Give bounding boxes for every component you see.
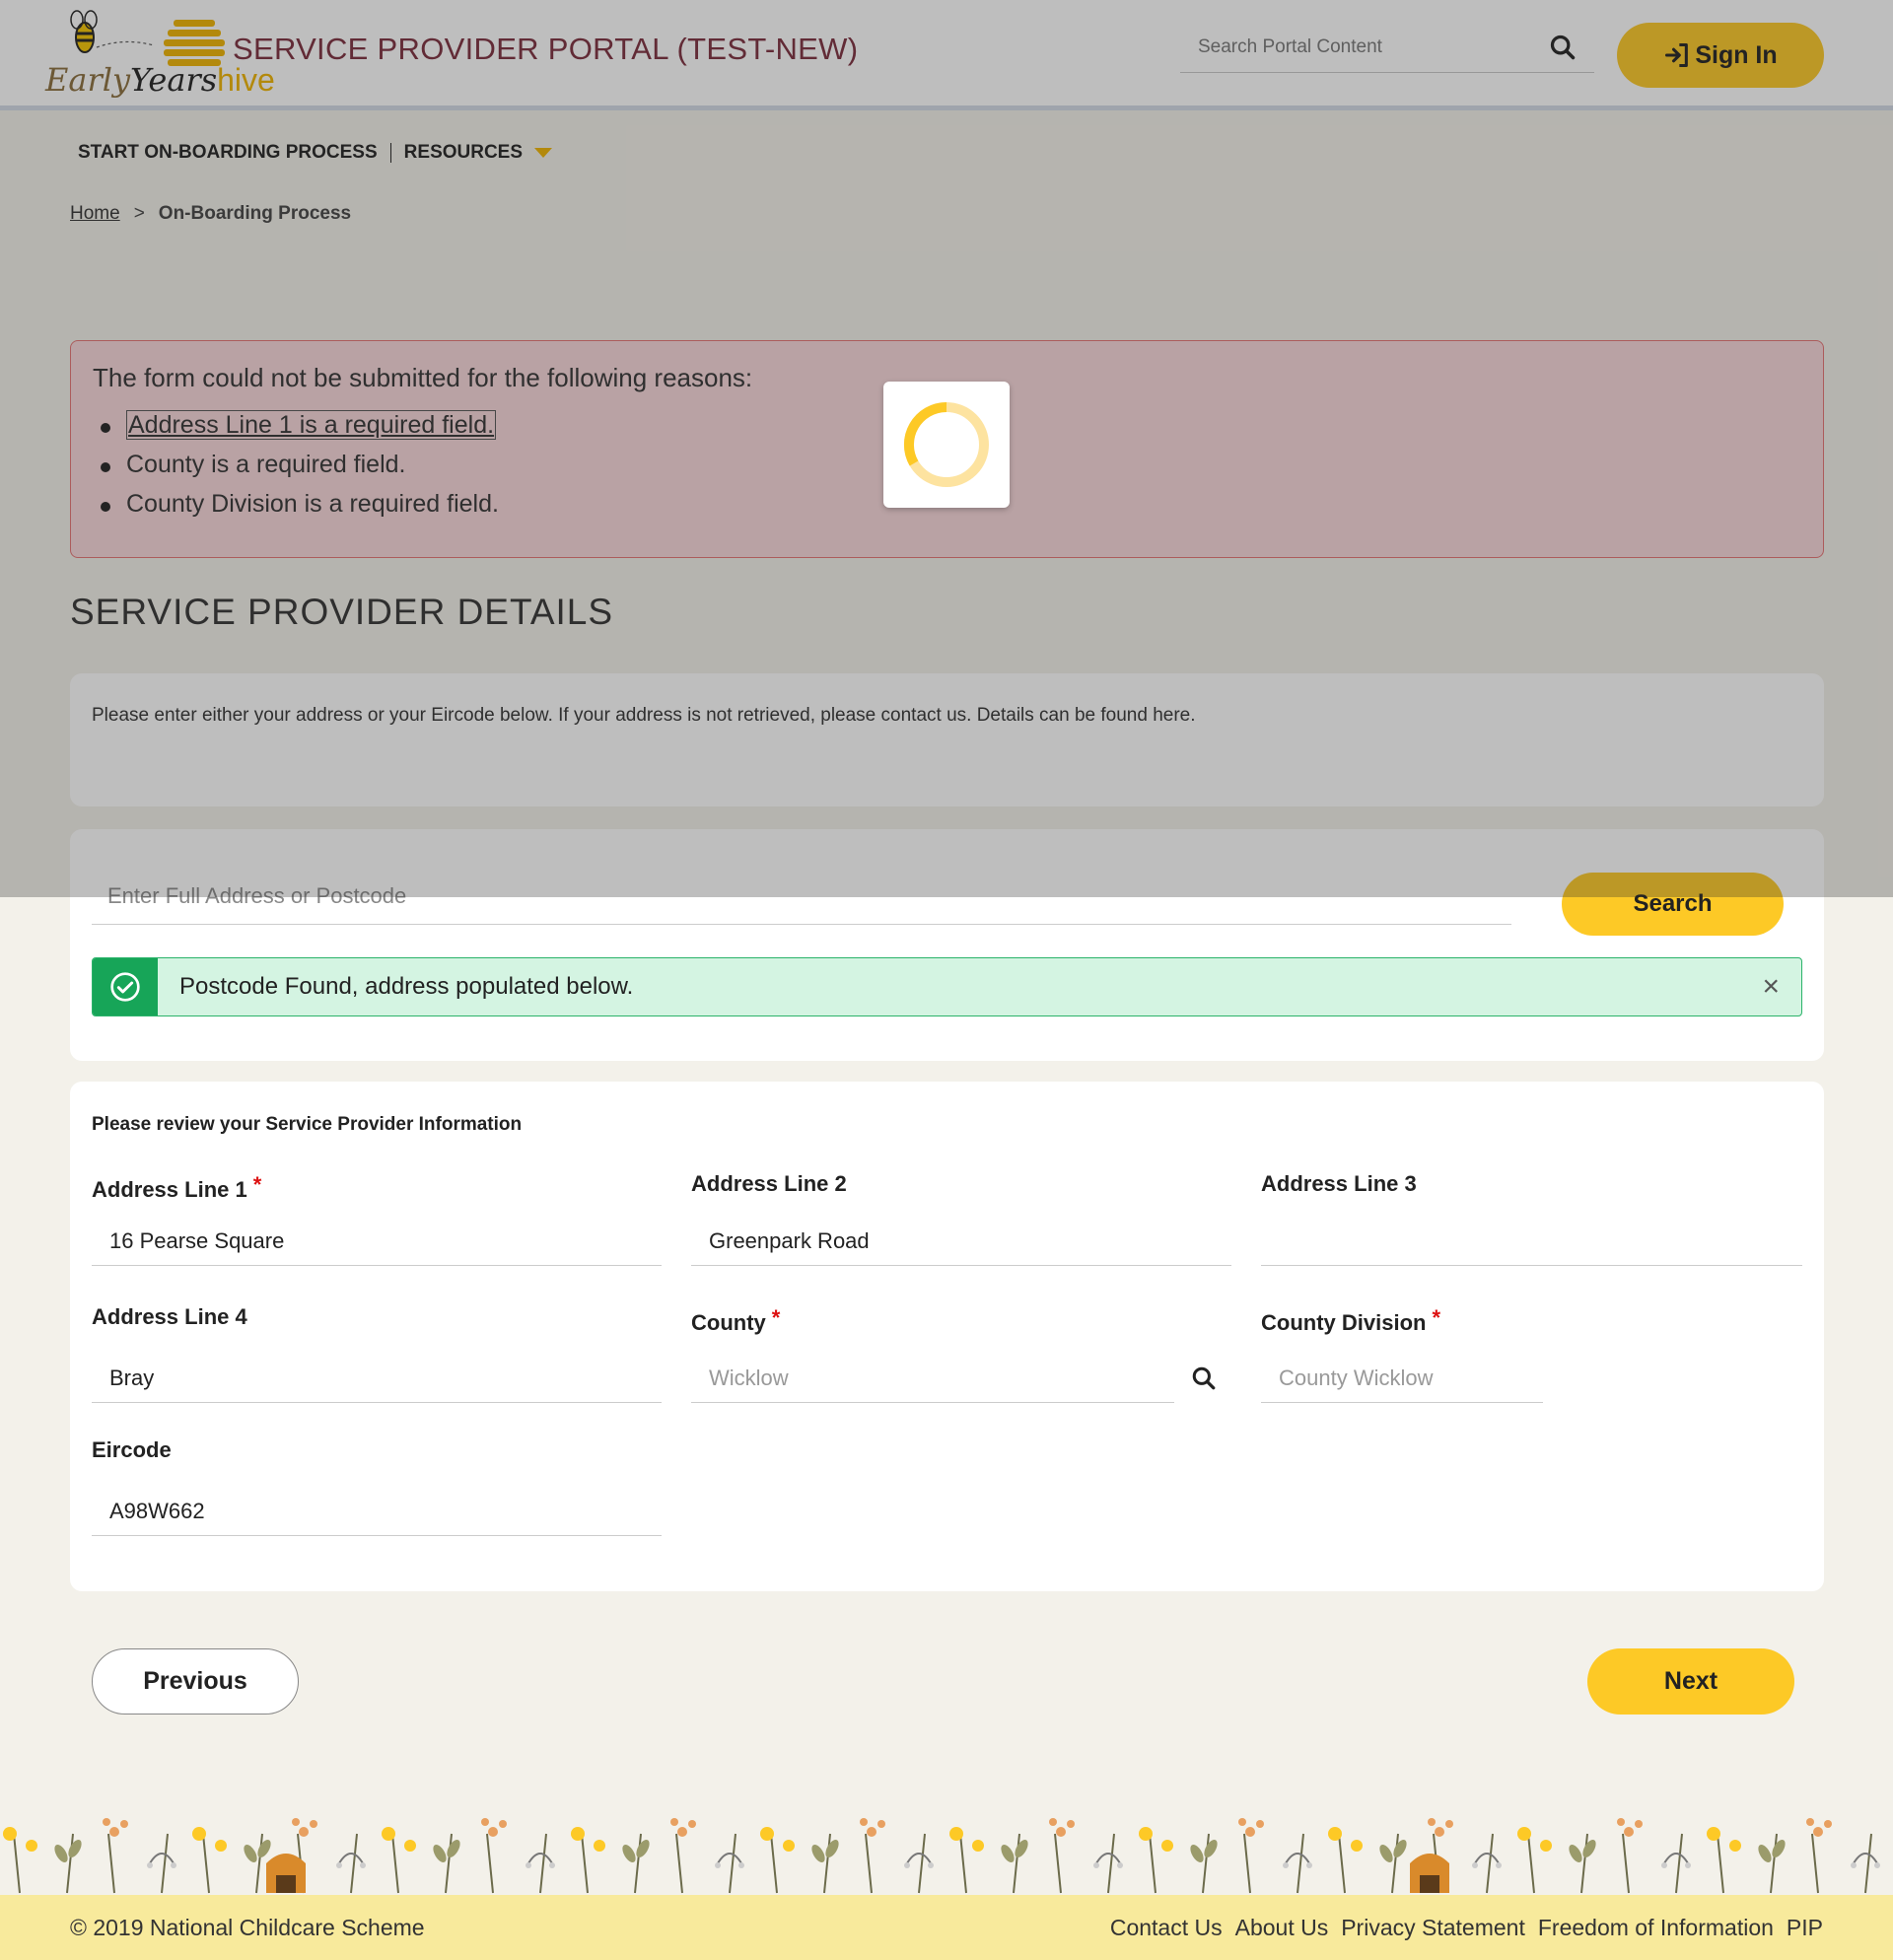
address-line-3-label: Address Line 3 (1261, 1171, 1417, 1196)
required-asterisk: * (771, 1305, 781, 1330)
county-division-field: County Division * (1261, 1305, 1543, 1403)
next-button[interactable]: Next (1587, 1648, 1794, 1715)
address-line-1-label: Address Line 1 * (92, 1172, 662, 1217)
close-icon[interactable]: × (1762, 972, 1780, 1002)
eircode-field: Eircode (92, 1437, 662, 1536)
required-asterisk: * (252, 1172, 262, 1197)
county-lookup-button[interactable] (1176, 1354, 1231, 1403)
footer-link-pip[interactable]: PIP (1787, 1915, 1823, 1941)
success-message: Postcode Found, address populated below. (179, 973, 634, 1000)
county-division-input[interactable] (1261, 1354, 1543, 1403)
address-line-2-input[interactable] (691, 1217, 1231, 1266)
success-icon-container (93, 958, 158, 1015)
service-provider-form: Please review your Service Provider Info… (70, 1082, 1824, 1591)
county-division-label: County Division * (1261, 1305, 1543, 1354)
loading-spinner-icon (903, 401, 989, 487)
copyright-text: © 2019 National Childcare Scheme (70, 1915, 425, 1940)
success-alert: Postcode Found, address populated below.… (92, 957, 1802, 1016)
address-line-2-field: Address Line 2 (691, 1171, 1231, 1266)
address-line-1-input[interactable] (92, 1217, 662, 1266)
address-line-1-field: Address Line 1 * (92, 1172, 662, 1266)
county-field: County * (691, 1305, 1231, 1403)
previous-button[interactable]: Previous (92, 1648, 299, 1715)
floral-decoration (0, 1794, 1893, 1895)
footer-links: Contact Us About Us Privacy Statement Fr… (1110, 1915, 1823, 1941)
loading-spinner (883, 382, 1010, 508)
eircode-input[interactable] (92, 1487, 662, 1536)
required-asterisk: * (1432, 1305, 1441, 1330)
eircode-label: Eircode (92, 1437, 172, 1462)
footer-link-about[interactable]: About Us (1235, 1915, 1329, 1941)
flower-border-icon (3, 1818, 1880, 1894)
check-circle-icon (110, 972, 140, 1002)
address-line-3-field: Address Line 3 (1261, 1171, 1802, 1266)
address-line-4-input[interactable] (92, 1354, 662, 1403)
county-division-label-text: County Division (1261, 1310, 1427, 1335)
footer-link-foi[interactable]: Freedom of Information (1538, 1915, 1774, 1941)
footer-link-privacy[interactable]: Privacy Statement (1341, 1915, 1525, 1941)
site-footer: © 2019 National Childcare Scheme Contact… (0, 1895, 1893, 1960)
county-label-text: County (691, 1310, 766, 1335)
address-line-3-input[interactable] (1261, 1217, 1802, 1266)
address-line-2-label: Address Line 2 (691, 1171, 847, 1196)
county-input[interactable] (691, 1354, 1174, 1403)
footer-link-contact[interactable]: Contact Us (1110, 1915, 1223, 1941)
form-heading: Please review your Service Provider Info… (92, 1114, 523, 1135)
search-icon (1192, 1366, 1216, 1390)
address-line-1-label-text: Address Line 1 (92, 1177, 247, 1202)
address-line-4-field: Address Line 4 (92, 1304, 662, 1403)
county-label: County * (691, 1305, 1231, 1354)
address-line-4-label: Address Line 4 (92, 1304, 247, 1329)
